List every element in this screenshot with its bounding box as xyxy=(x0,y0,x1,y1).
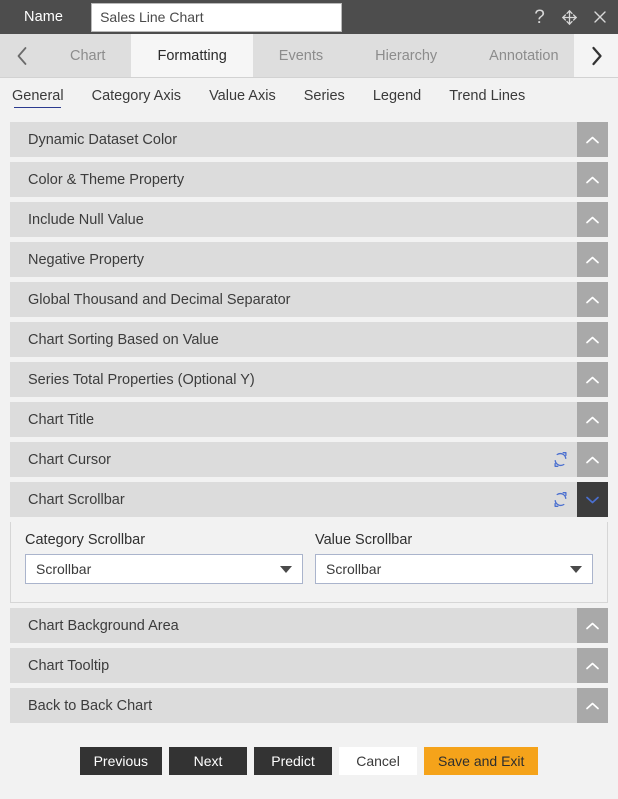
section-chart-sorting-based-on-value[interactable]: Chart Sorting Based on Value xyxy=(10,322,608,357)
tab-chart-label: Chart xyxy=(70,47,106,64)
section-global-thousand-decimal-separator[interactable]: Global Thousand and Decimal Separator xyxy=(10,282,608,317)
value-scrollbar-label: Value Scrollbar xyxy=(315,532,413,548)
value-scrollbar-select[interactable]: Scrollbar xyxy=(315,554,593,584)
tab-annotation[interactable]: Annotation xyxy=(463,34,574,77)
cancel-button[interactable]: Cancel xyxy=(339,747,418,775)
section-label: Series Total Properties (Optional Y) xyxy=(28,371,255,388)
section-label: Color & Theme Property xyxy=(28,171,185,188)
chevron-up-icon[interactable] xyxy=(577,242,608,277)
close-icon[interactable] xyxy=(590,8,609,27)
value-scrollbar-field: Value Scrollbar Scrollbar xyxy=(315,532,593,584)
tab-hierarchy-label: Hierarchy xyxy=(375,47,438,64)
tab-events[interactable]: Events xyxy=(252,34,350,77)
category-scrollbar-label: Category Scrollbar xyxy=(25,532,146,548)
formatting-subtabs: General Category Axis Value Axis Series … xyxy=(0,78,618,118)
chevron-up-icon[interactable] xyxy=(577,202,608,237)
subtab-legend[interactable]: Legend xyxy=(373,88,421,108)
subtab-trend-lines[interactable]: Trend Lines xyxy=(449,88,525,108)
chevron-up-icon[interactable] xyxy=(577,402,608,437)
titlebar-icon-group: ? xyxy=(530,0,609,34)
chevron-up-icon[interactable] xyxy=(577,648,608,683)
section-label: Chart Sorting Based on Value xyxy=(28,331,219,348)
chevron-up-icon[interactable] xyxy=(577,322,608,357)
general-settings-list: Dynamic Dataset Color Color & Theme Prop… xyxy=(0,118,618,733)
chevron-up-icon[interactable] xyxy=(577,442,608,477)
section-label: Chart Background Area xyxy=(28,617,179,634)
value-scrollbar-value: Scrollbar xyxy=(326,561,382,577)
section-series-total-properties[interactable]: Series Total Properties (Optional Y) xyxy=(10,362,608,397)
subtab-category-axis[interactable]: Category Axis xyxy=(92,88,181,108)
move-cross-icon[interactable] xyxy=(560,8,579,27)
section-dynamic-dataset-color[interactable]: Dynamic Dataset Color xyxy=(10,122,608,157)
section-chart-background-area[interactable]: Chart Background Area xyxy=(10,608,608,643)
chevron-up-icon[interactable] xyxy=(577,282,608,317)
dialog-footer: Previous Next Predict Cancel Save and Ex… xyxy=(0,733,618,799)
chevron-up-icon[interactable] xyxy=(577,688,608,723)
tab-hierarchy[interactable]: Hierarchy xyxy=(349,34,464,77)
category-scrollbar-value: Scrollbar xyxy=(36,561,92,577)
section-negative-property[interactable]: Negative Property xyxy=(10,242,608,277)
section-label: Chart Cursor xyxy=(28,451,111,468)
help-icon[interactable]: ? xyxy=(530,8,549,27)
subtab-legend-label: Legend xyxy=(372,88,422,104)
chart-name-input[interactable] xyxy=(91,2,343,32)
subtab-category-axis-label: Category Axis xyxy=(91,88,182,104)
chevron-down-icon xyxy=(280,565,292,573)
chart-properties-dialog: Name ? xyxy=(0,0,618,799)
tab-formatting[interactable]: Formatting xyxy=(131,34,253,77)
name-label: Name xyxy=(24,9,64,25)
section-color-theme-property[interactable]: Color & Theme Property xyxy=(10,162,608,197)
section-label: Chart Title xyxy=(28,411,95,428)
tab-annotation-label: Annotation xyxy=(489,47,559,64)
section-chart-scrollbar[interactable]: Chart Scrollbar xyxy=(10,482,608,517)
subtab-value-axis-label: Value Axis xyxy=(209,88,276,104)
chevron-down-icon[interactable] xyxy=(577,482,608,517)
section-label: Chart Scrollbar xyxy=(28,491,125,508)
chevron-up-icon[interactable] xyxy=(577,162,608,197)
tab-events-label: Events xyxy=(278,47,324,64)
subtab-series-label: Series xyxy=(303,88,345,104)
subtab-value-axis[interactable]: Value Axis xyxy=(209,88,276,108)
main-tabs: Chart Formatting Events Hierarchy Annota… xyxy=(44,34,574,77)
category-scrollbar-field: Category Scrollbar Scrollbar xyxy=(25,532,303,584)
tab-chart[interactable]: Chart xyxy=(44,34,132,77)
section-chart-tooltip[interactable]: Chart Tooltip xyxy=(10,648,608,683)
chevron-up-icon[interactable] xyxy=(577,362,608,397)
tabs-scroll-right-button[interactable] xyxy=(574,34,618,77)
chevron-up-icon[interactable] xyxy=(577,608,608,643)
section-label: Chart Tooltip xyxy=(28,657,110,674)
chevron-down-icon xyxy=(570,565,582,573)
refresh-icon[interactable] xyxy=(547,442,573,477)
section-label: Include Null Value xyxy=(28,211,144,228)
section-chart-title[interactable]: Chart Title xyxy=(10,402,608,437)
section-label: Global Thousand and Decimal Separator xyxy=(28,291,291,308)
section-back-to-back-chart[interactable]: Back to Back Chart xyxy=(10,688,608,723)
predict-button[interactable]: Predict xyxy=(254,747,333,775)
section-include-null-value[interactable]: Include Null Value xyxy=(10,202,608,237)
subtab-general-label: General xyxy=(12,88,64,104)
subtab-general[interactable]: General xyxy=(12,88,64,108)
refresh-icon[interactable] xyxy=(547,482,573,517)
chart-scrollbar-panel: Category Scrollbar Scrollbar Value Scrol… xyxy=(10,522,608,603)
subtab-series[interactable]: Series xyxy=(304,88,345,108)
section-label: Negative Property xyxy=(28,251,145,268)
section-chart-cursor[interactable]: Chart Cursor xyxy=(10,442,608,477)
chevron-up-icon[interactable] xyxy=(577,122,608,157)
main-tab-strip: Chart Formatting Events Hierarchy Annota… xyxy=(0,34,618,78)
tab-formatting-label: Formatting xyxy=(157,47,227,64)
next-button[interactable]: Next xyxy=(169,747,248,775)
save-and-exit-button[interactable]: Save and Exit xyxy=(424,747,539,775)
dialog-titlebar: Name ? xyxy=(0,0,618,34)
previous-button[interactable]: Previous xyxy=(79,747,163,775)
section-label: Back to Back Chart xyxy=(28,697,153,714)
section-label: Dynamic Dataset Color xyxy=(28,131,178,148)
tabs-scroll-left-button[interactable] xyxy=(0,34,44,77)
category-scrollbar-select[interactable]: Scrollbar xyxy=(25,554,303,584)
subtab-trend-lines-label: Trend Lines xyxy=(449,88,526,104)
